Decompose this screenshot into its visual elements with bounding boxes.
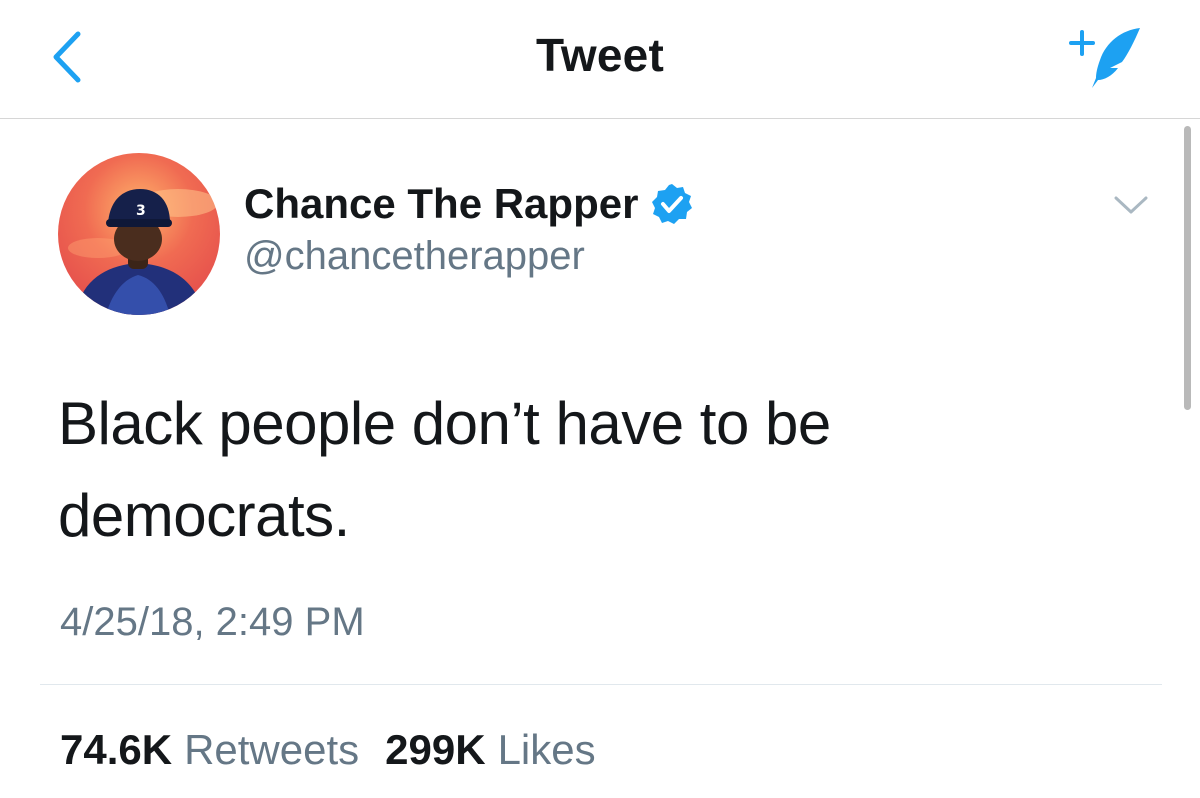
- verified-badge-icon: [650, 182, 694, 226]
- compose-tweet-icon: [1069, 28, 1140, 88]
- likes-stat[interactable]: 299K Likes: [385, 726, 595, 774]
- author-handle[interactable]: @chancetherapper: [244, 234, 585, 279]
- retweets-stat[interactable]: 74.6K Retweets: [60, 726, 359, 774]
- divider: [40, 684, 1162, 685]
- likes-label: Likes: [497, 726, 596, 773]
- tweet-stats: 74.6K Retweets 299K Likes: [60, 724, 596, 776]
- avatar-cap-text: 3: [136, 203, 146, 219]
- avatar-image: 3: [58, 153, 220, 315]
- tweet-text-line-1: Black people don’t have to be: [58, 390, 831, 457]
- navigation-bar: Tweet: [0, 0, 1200, 119]
- retweets-count: 74.6K: [60, 726, 173, 773]
- tweet-text: Black people don’t have to be democrats.: [58, 378, 1118, 562]
- author-name-row: Chance The Rapper: [244, 178, 694, 230]
- avatar[interactable]: 3: [58, 153, 220, 315]
- chevron-down-icon: [1114, 196, 1148, 214]
- scrollbar[interactable]: [1184, 126, 1191, 410]
- page-title: Tweet: [536, 29, 664, 81]
- tweet-options-button[interactable]: [1110, 190, 1152, 220]
- tweet-detail-screen: Tweet 3 Chance The Rapper @chancetherapp…: [0, 0, 1200, 798]
- tweet-text-line-2: democrats.: [58, 482, 350, 549]
- retweets-label: Retweets: [184, 726, 360, 773]
- likes-count: 299K: [385, 726, 486, 773]
- author-display-name[interactable]: Chance The Rapper: [244, 180, 638, 228]
- compose-tweet-button[interactable]: [1062, 20, 1148, 94]
- tweet-timestamp[interactable]: 4/25/18, 2:49 PM: [60, 600, 365, 645]
